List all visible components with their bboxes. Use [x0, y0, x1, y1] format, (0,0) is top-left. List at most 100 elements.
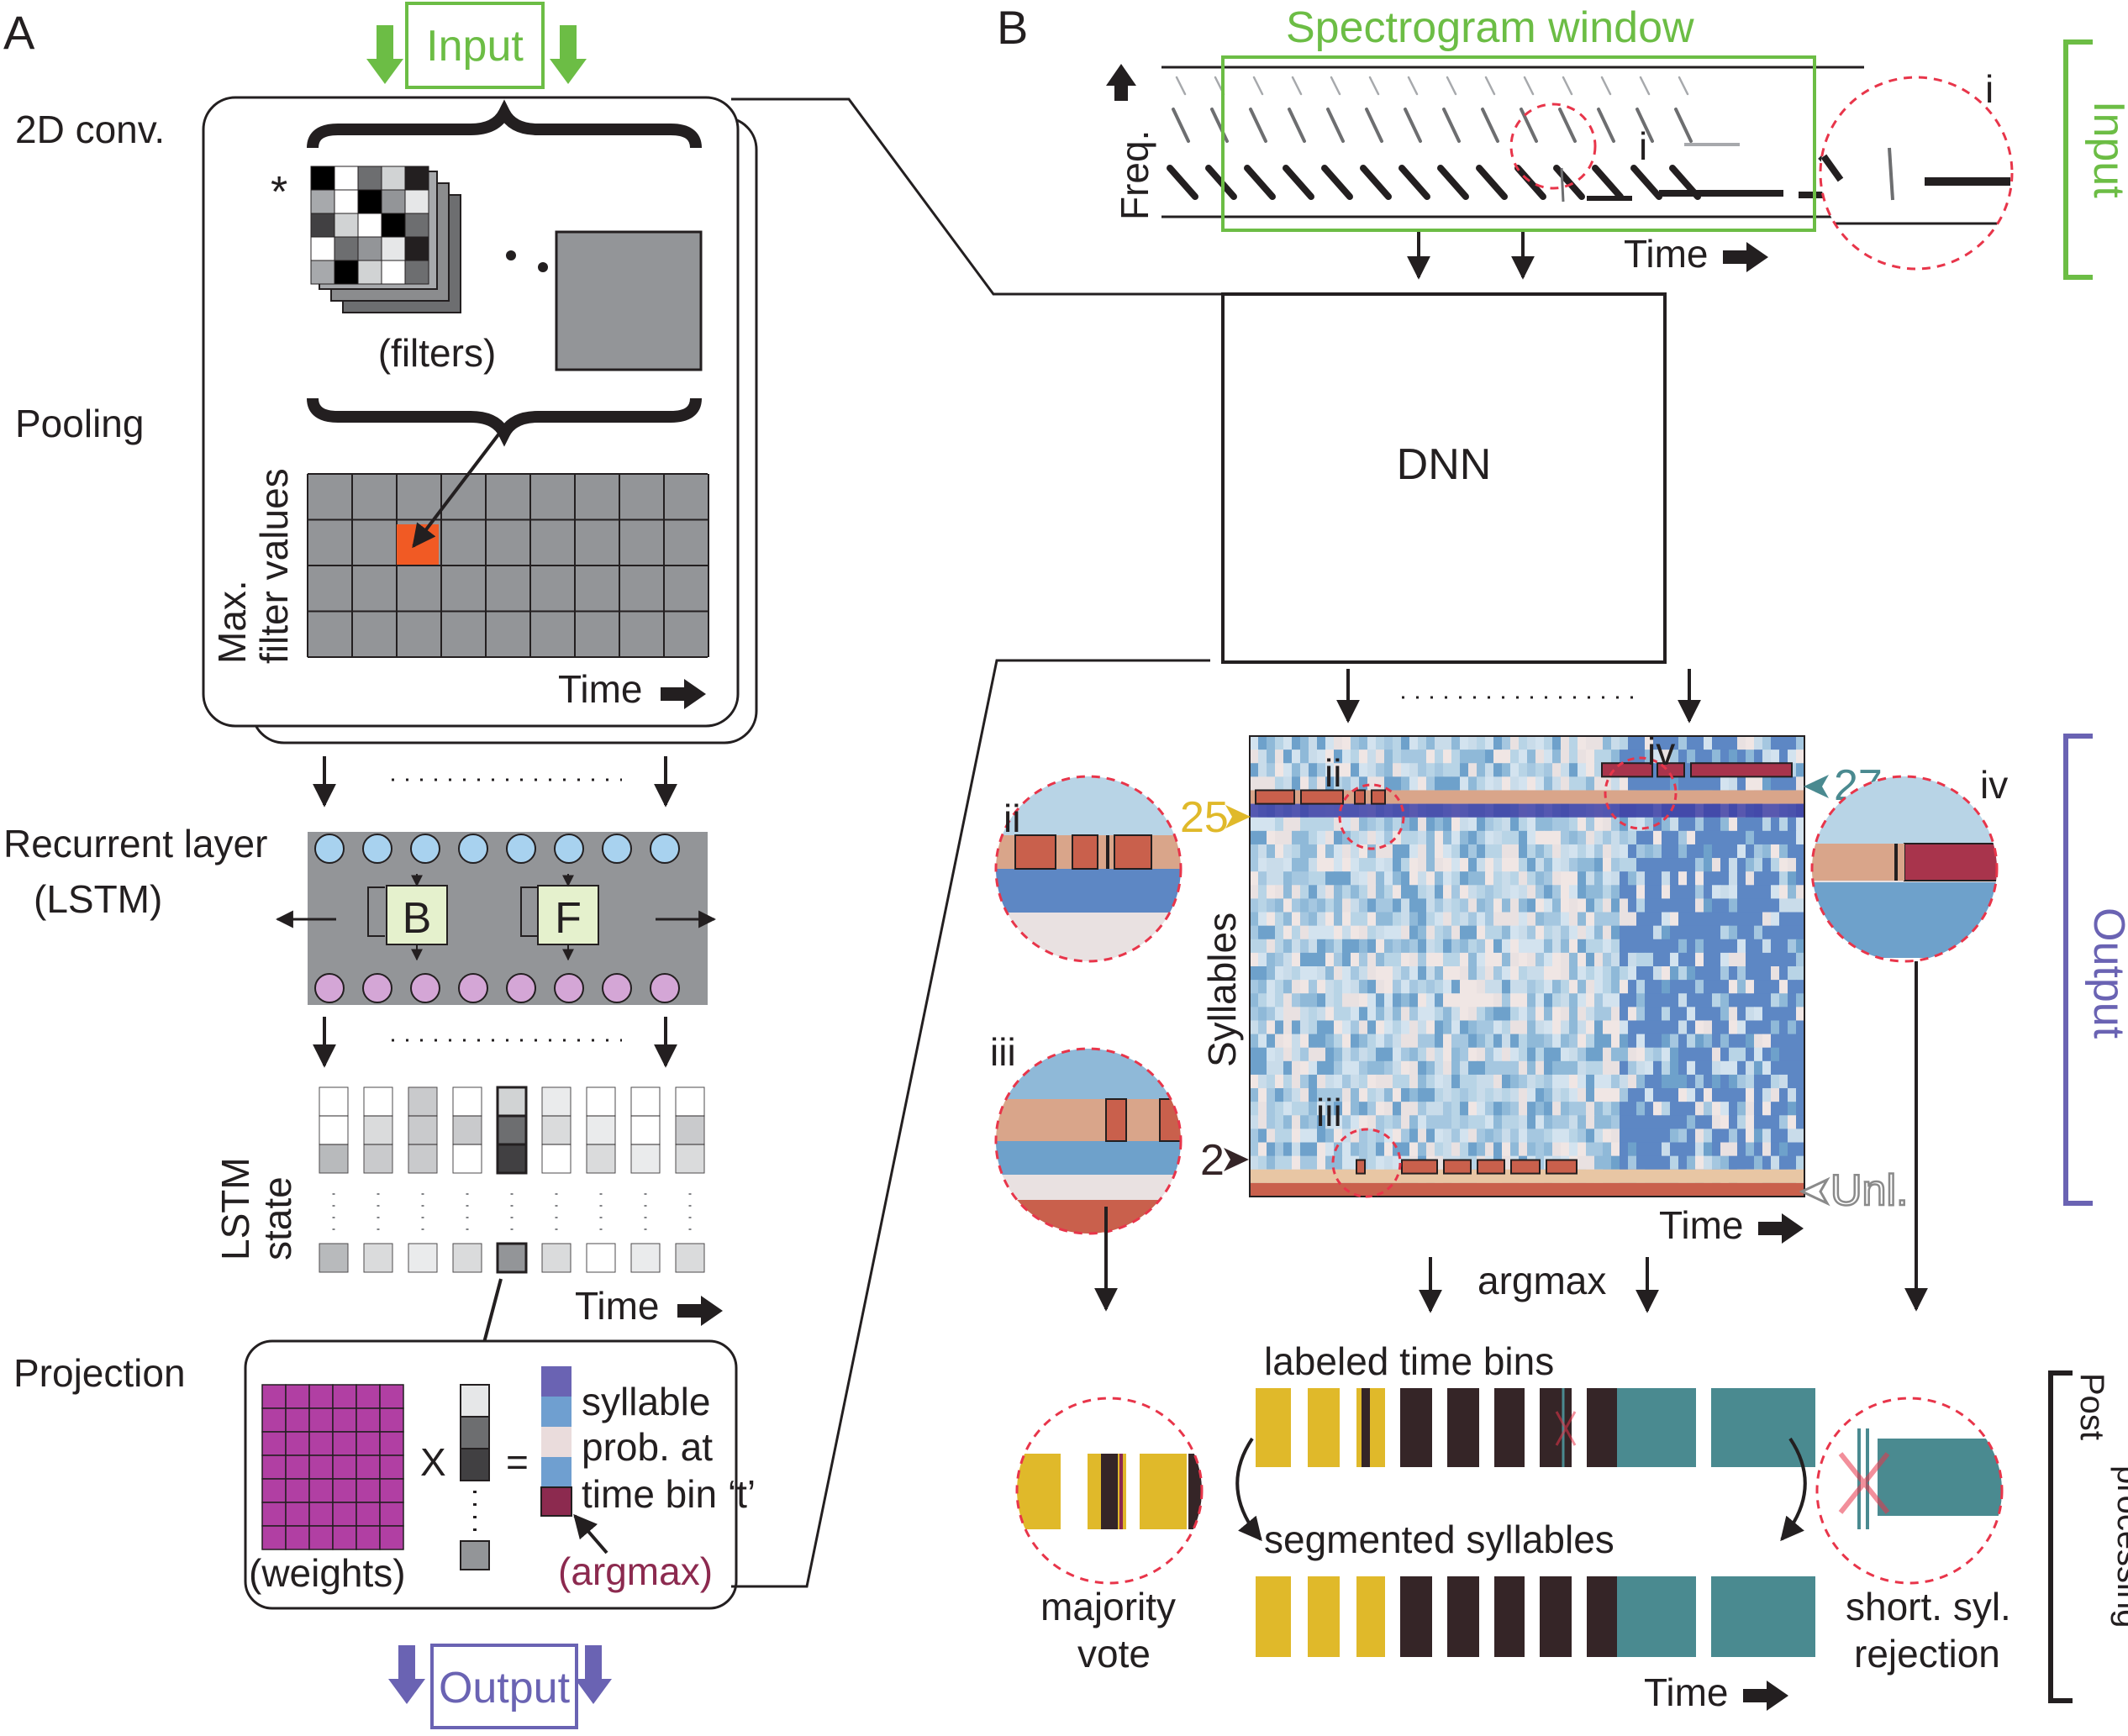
svg-text:Freq.: Freq. — [1113, 130, 1156, 220]
kernel-cell — [334, 213, 359, 238]
state-cell — [496, 1242, 528, 1274]
weight-cell — [332, 1384, 357, 1409]
spectrogram-window-label: Spectrogram window — [1286, 3, 1694, 52]
time-arrow-icon — [677, 1296, 723, 1326]
kernel-cell — [404, 260, 429, 285]
svg-text:filter values: filter values — [252, 468, 296, 664]
state-cell — [675, 1115, 705, 1145]
rejection-label-2: rejection — [1854, 1632, 2000, 1676]
kernel-cell — [334, 166, 359, 191]
svg-text:F: F — [555, 894, 582, 943]
zoom-circle-i — [1819, 76, 2014, 271]
lstm-output-unit — [506, 973, 536, 1003]
time-arrow-icon — [1723, 242, 1768, 272]
lstm-state-columns — [319, 1086, 705, 1274]
state-cell — [496, 1086, 528, 1118]
time-label-a2: Time — [575, 1284, 660, 1328]
state-cell — [541, 1243, 572, 1273]
side-bracket-post: Post processing — [2048, 1370, 2128, 1703]
time-bin — [1400, 1388, 1432, 1467]
state-cell — [319, 1086, 349, 1117]
zoom-circle-iii — [994, 1047, 1183, 1235]
input-arrow-left-icon — [366, 25, 403, 84]
zoom-iii-label: iii — [990, 1030, 1016, 1074]
pooling-label: Pooling — [15, 402, 144, 445]
weight-cell — [308, 1407, 334, 1433]
segmented-bin — [1540, 1576, 1572, 1657]
input-arrow-right-icon — [550, 25, 587, 84]
time-arrow-icon — [1743, 1681, 1788, 1711]
majority-label-2: vote — [1077, 1632, 1151, 1676]
time-bin — [1494, 1388, 1525, 1467]
state-cell — [363, 1115, 393, 1145]
weight-cell — [308, 1431, 334, 1456]
weight-cell — [379, 1384, 404, 1409]
weight-cell — [285, 1431, 310, 1456]
lstm-input-unit — [314, 834, 345, 864]
zoom-iv-label: iv — [1980, 763, 2008, 807]
max-cell — [397, 524, 439, 565]
lstm-input-unit — [362, 834, 392, 864]
state-cell — [675, 1144, 705, 1174]
weight-cell — [379, 1478, 404, 1503]
weight-cell — [261, 1478, 287, 1503]
kernel-cell — [404, 189, 429, 214]
zoom-ii-label: ii — [1003, 797, 1020, 840]
zoom-i-label: i — [1639, 124, 1647, 168]
weight-cell — [379, 1407, 404, 1433]
panel-a-letter: A — [3, 6, 35, 59]
argmax-label-a: (argmax) — [558, 1549, 713, 1593]
time-bin — [1356, 1388, 1385, 1467]
weight-cell — [285, 1384, 310, 1409]
ellipsis-dot — [506, 250, 516, 260]
time-label-seg: Time — [1644, 1670, 1729, 1714]
lstm-input-unit — [554, 834, 584, 864]
conv-star: * — [271, 168, 287, 217]
state-cell — [630, 1243, 661, 1273]
weight-cell — [332, 1431, 357, 1456]
kernel-cell — [357, 166, 382, 191]
state-cell — [319, 1115, 349, 1145]
weight-cell — [285, 1407, 310, 1433]
time-bin — [1587, 1388, 1619, 1467]
time-label-a1: Time — [558, 667, 643, 711]
zoom-ii-label-heat: ii — [1325, 751, 1341, 795]
weight-cell — [356, 1502, 381, 1527]
syllables-axis-label: Syllables — [1200, 913, 1244, 1067]
weight-cell — [332, 1525, 357, 1550]
state-cell — [675, 1086, 705, 1117]
lstm-input-unit — [410, 834, 440, 864]
lstm-input-unit — [458, 834, 488, 864]
spectrogram — [1161, 66, 1864, 218]
weight-cell — [356, 1384, 381, 1409]
filter-kernel — [310, 166, 429, 285]
side-bracket-input: Input — [2063, 39, 2128, 280]
time-bin — [1308, 1388, 1340, 1467]
state-cell — [496, 1143, 528, 1175]
lstm-input-unit — [506, 834, 536, 864]
kernel-cell — [310, 166, 335, 191]
weight-cell — [379, 1502, 404, 1527]
weight-cell — [308, 1384, 334, 1409]
output-arrow-left-icon — [388, 1645, 425, 1704]
class-unl-marker-icon — [1799, 1176, 1830, 1207]
freq-arrow-icon — [1106, 64, 1136, 101]
time-label-heat: Time — [1659, 1203, 1744, 1247]
state-cell — [541, 1086, 572, 1117]
kernel-cell — [381, 166, 406, 191]
kernel-cell — [381, 189, 406, 214]
kernel-cell — [404, 236, 429, 261]
times-sign: X — [420, 1440, 446, 1484]
segmented-bin — [1711, 1576, 1815, 1657]
rejection-label-1: short. syl. — [1846, 1585, 2011, 1628]
class-25-label: 25 — [1180, 793, 1229, 842]
segmented-label: segmented syllables — [1264, 1518, 1614, 1561]
weight-cell — [261, 1431, 287, 1456]
kernel-cell — [381, 260, 406, 285]
state-cell — [586, 1243, 616, 1273]
lstm-output-unit — [602, 973, 632, 1003]
state-cell — [630, 1115, 661, 1145]
prob-label-1: syllable — [582, 1380, 710, 1423]
side-input-label: Input — [2084, 101, 2128, 198]
recurrent-label: Recurrent layer — [3, 822, 267, 865]
